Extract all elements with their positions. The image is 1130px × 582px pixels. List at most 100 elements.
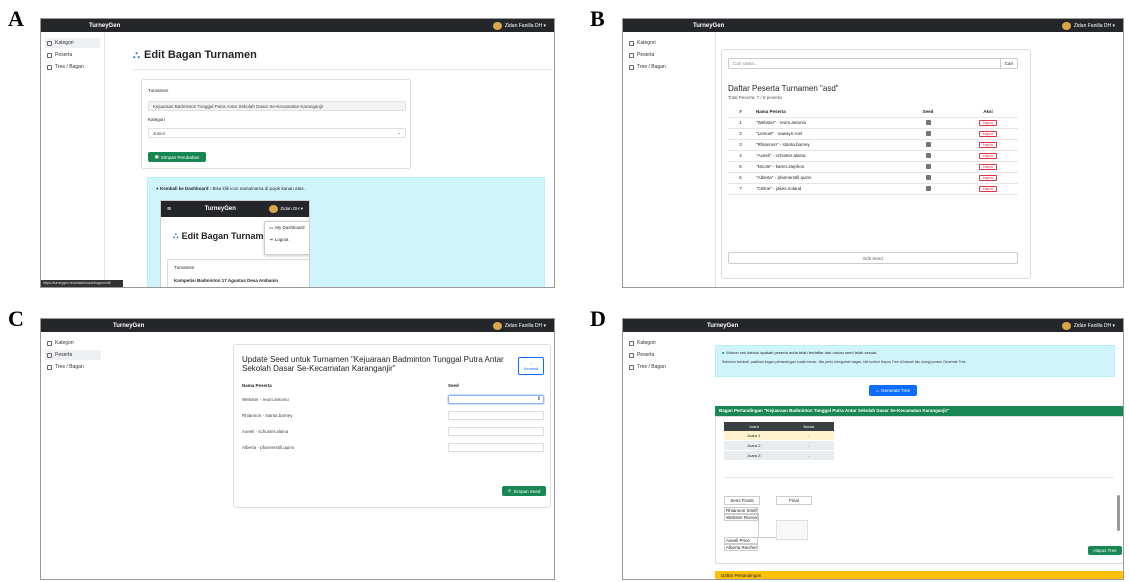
sidebar-item-tree[interactable]: Tree / Bagan [45, 362, 101, 372]
brand[interactable]: TurneyGen [89, 23, 120, 29]
hamburger-icon[interactable]: ≡ [167, 206, 171, 213]
back-button[interactable]: ‹ Kembali [518, 357, 544, 375]
tree-icon [47, 64, 52, 70]
hapus-button[interactable]: Hapus [978, 163, 998, 170]
sidebar-item-kategori[interactable]: Kategori [627, 338, 704, 348]
sidebar-item-label: Tree / Bagan [637, 64, 666, 70]
peserta-name: "Webster" - reum.antonio [753, 117, 898, 129]
category-icon [629, 340, 634, 346]
peserta-name: "Alberta" - pfannerstill.quinn [753, 172, 898, 184]
chevron-down-icon: ⌄ [397, 130, 401, 135]
screenshot-c: TurneyGen Zidan Fanilla DH ▾ Kategori Pe… [40, 318, 555, 580]
seed-checkbox[interactable] [925, 185, 931, 191]
user-menu[interactable]: Zidan Fanilla DH ▾ [1061, 321, 1115, 330]
table-row: 4 "Axeeli" - schuster.alaina Hapus [728, 150, 1018, 162]
hapus-button[interactable]: Hapus [978, 130, 998, 137]
brand[interactable]: TurneyGen [707, 323, 738, 329]
avatar [269, 205, 279, 213]
user-name: Zidan Fanilla DH ▾ [504, 22, 546, 29]
info-line: ● Mohon cek dahulu apakah peserta anda te… [722, 350, 1108, 355]
peserta-name: "Celine" - jakes.noland [753, 183, 898, 195]
scrollbar[interactable] [1117, 495, 1120, 531]
update-seed-card: Update Seed untuk Turnamen "Kejuaraan Ba… [233, 344, 551, 508]
juara-name: - [783, 431, 834, 441]
save-button[interactable]: ▣ Simpan Perubahan [148, 152, 206, 162]
sidebar-item-peserta[interactable]: Peserta [627, 50, 699, 60]
row-number: 3 [728, 139, 753, 151]
seed-input[interactable] [448, 427, 544, 436]
sidebar-item-kategori[interactable]: Kategori [45, 338, 101, 348]
inner-user-menu[interactable]: Zidan DH ▾ [269, 205, 303, 213]
juara-header: Juara Nama [724, 422, 834, 431]
navbar: TurneyGen Zidan Fanilla DH ▾ [623, 19, 1123, 32]
inner-page-title: ⛬ Edit Bagan Turnamen [173, 231, 274, 241]
generate-tree-button[interactable]: ⛬ Generate Tree [869, 385, 917, 396]
hapus-button[interactable]: Hapus [978, 174, 998, 181]
edit-seed-button[interactable]: Edit Seed [728, 252, 1018, 264]
sitemap-icon: ⛬ [875, 388, 880, 393]
divider [724, 477, 1114, 478]
user-menu[interactable]: Zidan Fanilla DH ▾ [492, 321, 546, 330]
peserta-name: "Lemuel" - sawayn.roel [753, 128, 898, 140]
menu-item-logout[interactable]: ⇥ Logout [265, 234, 309, 246]
user-icon [47, 352, 52, 358]
table-row: 2 "Lemuel" - sawayn.roel Hapus [728, 128, 1018, 140]
inner-card: Turnamen Kompetisi Badminton 17 Agustus … [167, 259, 309, 287]
peserta-name: Alberta - pfannerstill.quinn [242, 445, 295, 450]
status-url: https://turneygen.test/dashboard/bagan/e… [41, 280, 123, 287]
kategori-select[interactable]: Junior ⌄ [148, 128, 406, 138]
table-title: Daftar Peserta Turnamen "asd" [728, 84, 839, 93]
user-menu[interactable]: Zidan Fanilla DH ▾ [1061, 21, 1115, 30]
inner-title-text: Edit Bagan Turnamen [181, 231, 274, 241]
sidebar-item-peserta[interactable]: Peserta [45, 50, 100, 60]
category-icon [47, 340, 52, 346]
search-button[interactable]: Cari [999, 59, 1017, 68]
hapus-button[interactable]: Hapus [978, 141, 998, 148]
hapus-button[interactable]: Hapus [978, 119, 998, 126]
seed-checkbox[interactable] [925, 152, 931, 158]
turnamen-field[interactable]: Kejuaraan Badminton Tunggal Putra Antar … [148, 101, 406, 111]
seed-input[interactable] [448, 411, 544, 420]
seed-input[interactable] [448, 443, 544, 452]
row-number: 1 [728, 117, 753, 129]
menu-item-dashboard[interactable]: ▭ My Dashboard [265, 222, 309, 234]
row-number: 4 [728, 150, 753, 162]
sidebar-item-label: Kategori [637, 340, 656, 346]
user-icon [629, 52, 634, 58]
sidebar-item-kategori[interactable]: Kategori [45, 38, 100, 48]
user-menu[interactable]: Zidan Fanilla DH ▾ [492, 21, 546, 30]
seed-input[interactable]: ⇕ [448, 395, 544, 404]
seed-checkbox[interactable] [925, 141, 931, 147]
seed-checkbox[interactable] [925, 163, 931, 169]
logout-icon: ⇥ [269, 237, 273, 242]
bracket-line [758, 537, 776, 538]
brand[interactable]: TurneyGen [113, 323, 144, 329]
sidebar-item-tree[interactable]: Tree / Bagan [627, 62, 699, 72]
stepper-icon[interactable]: ⇕ [537, 396, 541, 402]
col-header: Aksi [958, 106, 1018, 118]
seed-checkbox[interactable] [925, 119, 931, 125]
sidebar-item-label: Tree / Bagan [637, 364, 666, 370]
seed-checkbox[interactable] [925, 130, 931, 136]
avatar [1061, 321, 1071, 330]
peserta-name: "Axeeli" - schuster.alaina [753, 150, 898, 162]
hapus-tree-button[interactable]: Hapus Tree [1088, 546, 1122, 555]
sidebar-item-peserta[interactable]: Peserta [627, 350, 704, 360]
hapus-button[interactable]: Hapus [978, 152, 998, 159]
seed-checkbox[interactable] [925, 174, 931, 180]
sidebar-item-tree[interactable]: Tree / Bagan [45, 62, 100, 72]
sidebar-item-peserta[interactable]: Peserta [45, 350, 101, 360]
sidebar-item-tree[interactable]: Tree / Bagan [627, 362, 704, 372]
sidebar-item-kategori[interactable]: Kategori [627, 38, 699, 48]
search-input[interactable]: Cari siswa... [729, 59, 1000, 68]
panel-label-d: D [590, 306, 606, 331]
brand[interactable]: TurneyGen [693, 23, 724, 29]
sidebar: Kategori Peserta Tree / Bagan [623, 32, 703, 287]
bracket-player: Rhiannon Smith [724, 507, 758, 514]
sidebar-item-label: Peserta [637, 52, 655, 58]
sidebar: Kategori Peserta Tree / Bagan [41, 32, 105, 287]
user-name: Zidan Fanilla DH ▾ [1073, 322, 1115, 329]
save-seed-button[interactable]: ⊙ Simpan Seed [502, 486, 546, 496]
sidebar-item-label: Kategori [55, 340, 74, 346]
hapus-button[interactable]: Hapus [978, 185, 998, 192]
